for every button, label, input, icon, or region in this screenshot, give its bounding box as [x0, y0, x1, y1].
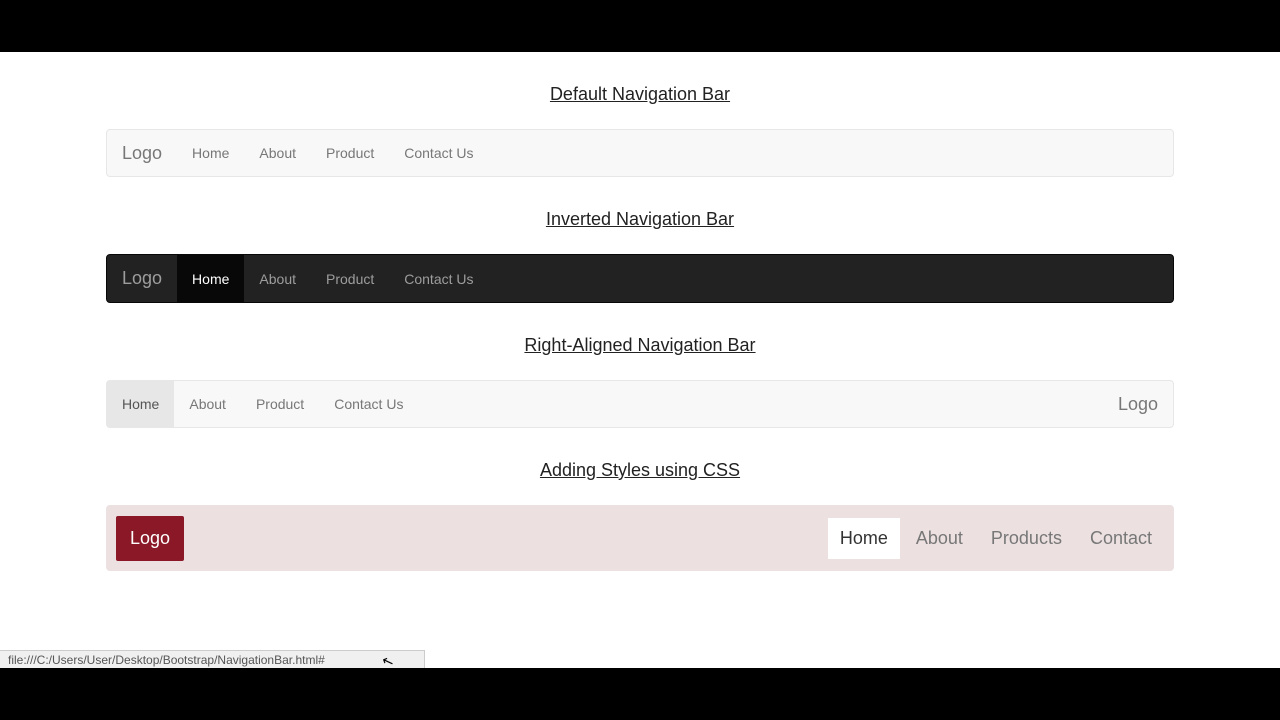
- nav-item-contact[interactable]: Contact Us: [389, 255, 488, 302]
- nav-item-product[interactable]: Product: [311, 130, 389, 176]
- nav-item-products[interactable]: Products: [979, 518, 1074, 559]
- navbar-brand[interactable]: Logo: [107, 143, 177, 164]
- section-title-default: Default Navigation Bar: [0, 84, 1280, 105]
- nav-item-contact[interactable]: Contact Us: [389, 130, 488, 176]
- nav-item-product[interactable]: Product: [241, 381, 319, 427]
- nav-item-about[interactable]: About: [904, 518, 975, 559]
- nav-item-about[interactable]: About: [244, 130, 311, 176]
- navbar-default: Logo Home About Product Contact Us: [106, 129, 1174, 177]
- navbar-inverse: Logo Home About Product Contact Us: [106, 254, 1174, 303]
- nav-item-home[interactable]: Home: [177, 255, 244, 302]
- nav-item-contact[interactable]: Contact: [1078, 518, 1164, 559]
- nav-item-home[interactable]: Home: [107, 381, 174, 427]
- nav-item-about[interactable]: About: [244, 255, 311, 302]
- navbar-brand[interactable]: Logo: [1103, 381, 1173, 427]
- nav-item-about[interactable]: About: [174, 381, 241, 427]
- browser-status-bar: file:///C:/Users/User/Desktop/Bootstrap/…: [0, 650, 425, 668]
- section-title-right: Right-Aligned Navigation Bar: [0, 335, 1280, 356]
- top-black-bar: [0, 0, 1280, 52]
- nav-item-home[interactable]: Home: [828, 518, 900, 559]
- bottom-black-bar: [0, 668, 1280, 720]
- navbar-brand-styled[interactable]: Logo: [116, 516, 184, 561]
- section-title-styled: Adding Styles using CSS: [0, 460, 1280, 481]
- section-title-inverted: Inverted Navigation Bar: [0, 209, 1280, 230]
- navbar-brand[interactable]: Logo: [107, 255, 177, 302]
- nav-item-contact[interactable]: Contact Us: [319, 381, 418, 427]
- navbar-right-aligned: Home About Product Contact Us Logo: [106, 380, 1174, 428]
- nav-item-product[interactable]: Product: [311, 255, 389, 302]
- nav-item-home[interactable]: Home: [177, 130, 244, 176]
- navbar-styled: Logo Home About Products Contact: [106, 505, 1174, 571]
